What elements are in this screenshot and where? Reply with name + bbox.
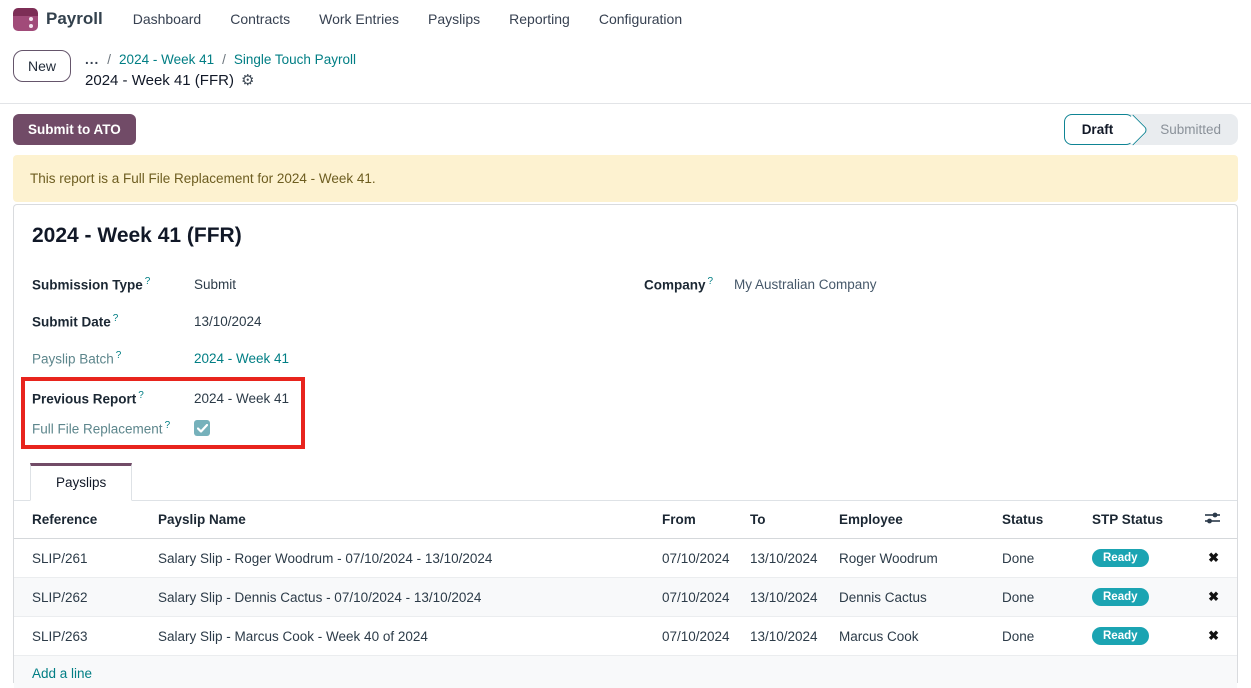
breadcrumb-link-stp[interactable]: Single Touch Payroll (234, 52, 356, 67)
help-icon: ? (116, 350, 122, 361)
cell-to[interactable]: 13/10/2024 (744, 617, 833, 656)
payslip-table-body: SLIP/261 Salary Slip - Roger Woodrum - 0… (14, 539, 1237, 688)
stp-ready-badge: Ready (1092, 588, 1149, 606)
cell-reference[interactable]: SLIP/261 (14, 539, 152, 578)
stage-draft[interactable]: Draft (1064, 114, 1135, 145)
submit-date-label: Submit Date? (32, 313, 194, 330)
cell-stp-status[interactable]: Ready (1086, 578, 1186, 617)
submission-type-value[interactable]: Submit (194, 277, 236, 292)
stp-ready-badge: Ready (1092, 549, 1149, 567)
cell-from[interactable]: 07/10/2024 (656, 578, 744, 617)
optional-columns-icon[interactable] (1204, 513, 1221, 528)
table-row[interactable]: SLIP/262 Salary Slip - Dennis Cactus - 0… (14, 578, 1237, 617)
help-icon: ? (145, 276, 151, 287)
form-statusbar: Submit to ATO Draft Submitted (0, 103, 1251, 155)
company-label: Company? (644, 276, 734, 293)
submit-date-value[interactable]: 13/10/2024 (194, 314, 262, 329)
delete-row-icon[interactable]: ✖ (1186, 539, 1237, 578)
table-header-row: Reference Payslip Name From To Employee … (14, 501, 1237, 539)
submission-type-label: Submission Type? (32, 276, 194, 293)
cell-status[interactable]: Done (996, 617, 1086, 656)
menu-reporting[interactable]: Reporting (509, 11, 570, 27)
new-button[interactable]: New (13, 50, 71, 82)
cell-to[interactable]: 13/10/2024 (744, 539, 833, 578)
cell-reference[interactable]: SLIP/263 (14, 617, 152, 656)
col-status[interactable]: Status (996, 501, 1086, 539)
cell-payslip-name[interactable]: Salary Slip - Roger Woodrum - 07/10/2024… (152, 539, 656, 578)
menu-work-entries[interactable]: Work Entries (319, 11, 399, 27)
app-name: Payroll (46, 9, 103, 29)
help-icon: ? (165, 420, 171, 431)
col-from[interactable]: From (656, 501, 744, 539)
stage-submitted[interactable]: Submitted (1134, 114, 1238, 145)
col-employee[interactable]: Employee (833, 501, 996, 539)
stage-stepper: Draft Submitted (1064, 114, 1238, 145)
cell-payslip-name[interactable]: Salary Slip - Dennis Cactus - 07/10/2024… (152, 578, 656, 617)
full-file-replacement-checkbox[interactable] (194, 420, 210, 436)
col-to[interactable]: To (744, 501, 833, 539)
menu-configuration[interactable]: Configuration (599, 11, 682, 27)
record-title: 2024 - Week 41 (FFR) (32, 224, 1219, 248)
help-icon: ? (708, 276, 714, 287)
menu-payslips[interactable]: Payslips (428, 11, 480, 27)
payslips-table: Reference Payslip Name From To Employee … (14, 501, 1237, 688)
payslip-batch-label: Payslip Batch? (32, 350, 194, 367)
full-file-replacement-label: Full File Replacement? (32, 420, 194, 437)
previous-report-label: Previous Report? (32, 390, 194, 407)
payslip-batch-value[interactable]: 2024 - Week 41 (194, 351, 289, 366)
delete-row-icon[interactable]: ✖ (1186, 578, 1237, 617)
col-stp-status[interactable]: STP Status (1086, 501, 1186, 539)
cell-status[interactable]: Done (996, 539, 1086, 578)
add-line-row: Add a line (14, 656, 1237, 688)
cell-stp-status[interactable]: Ready (1086, 539, 1186, 578)
annotation-red-box: Previous Report? 2024 - Week 41 Full Fil… (21, 377, 305, 449)
breadcrumb-separator: / (222, 52, 226, 67)
delete-row-icon[interactable]: ✖ (1186, 617, 1237, 656)
col-payslip-name[interactable]: Payslip Name (152, 501, 656, 539)
notebook-tabs: Payslips (14, 463, 1237, 501)
table-row[interactable]: SLIP/261 Salary Slip - Roger Woodrum - 0… (14, 539, 1237, 578)
form-sheet: 2024 - Week 41 (FFR) Submission Type? Su… (13, 204, 1238, 683)
top-navbar: Payroll Dashboard Contracts Work Entries… (0, 0, 1251, 38)
menu-contracts[interactable]: Contracts (230, 11, 290, 27)
help-icon: ? (113, 313, 119, 324)
previous-report-value[interactable]: 2024 - Week 41 (194, 391, 289, 406)
col-reference[interactable]: Reference (14, 501, 152, 539)
app-switcher[interactable]: Payroll (13, 8, 103, 31)
breadcrumb: ... / 2024 - Week 41 / Single Touch Payr… (85, 50, 356, 89)
breadcrumb-separator: / (107, 52, 111, 67)
cell-payslip-name[interactable]: Salary Slip - Marcus Cook - Week 40 of 2… (152, 617, 656, 656)
cell-to[interactable]: 13/10/2024 (744, 578, 833, 617)
breadcrumb-current: 2024 - Week 41 (FFR) (85, 72, 234, 89)
breadcrumb-link-batch[interactable]: 2024 - Week 41 (119, 52, 214, 67)
cell-status[interactable]: Done (996, 578, 1086, 617)
company-value[interactable]: My Australian Company (734, 277, 877, 292)
cell-from[interactable]: 07/10/2024 (656, 539, 744, 578)
breadcrumb-ellipsis[interactable]: ... (85, 52, 99, 67)
help-icon: ? (138, 390, 144, 401)
cell-stp-status[interactable]: Ready (1086, 617, 1186, 656)
cell-employee[interactable]: Dennis Cactus (833, 578, 996, 617)
table-row[interactable]: SLIP/263 Salary Slip - Marcus Cook - Wee… (14, 617, 1237, 656)
menu-dashboard[interactable]: Dashboard (133, 11, 202, 27)
submit-to-ato-button[interactable]: Submit to ATO (13, 114, 136, 145)
gear-icon[interactable]: ⚙ (241, 73, 254, 88)
main-menu: Dashboard Contracts Work Entries Payslip… (133, 11, 682, 27)
payroll-app-icon (13, 8, 38, 31)
ffr-warning-alert: This report is a Full File Replacement f… (13, 155, 1238, 202)
control-panel: New ... / 2024 - Week 41 / Single Touch … (0, 38, 1251, 103)
cell-from[interactable]: 07/10/2024 (656, 617, 744, 656)
stp-ready-badge: Ready (1092, 627, 1149, 645)
add-a-line-link[interactable]: Add a line (32, 666, 92, 681)
tab-payslips[interactable]: Payslips (30, 463, 132, 501)
cell-employee[interactable]: Marcus Cook (833, 617, 996, 656)
cell-employee[interactable]: Roger Woodrum (833, 539, 996, 578)
cell-reference[interactable]: SLIP/262 (14, 578, 152, 617)
